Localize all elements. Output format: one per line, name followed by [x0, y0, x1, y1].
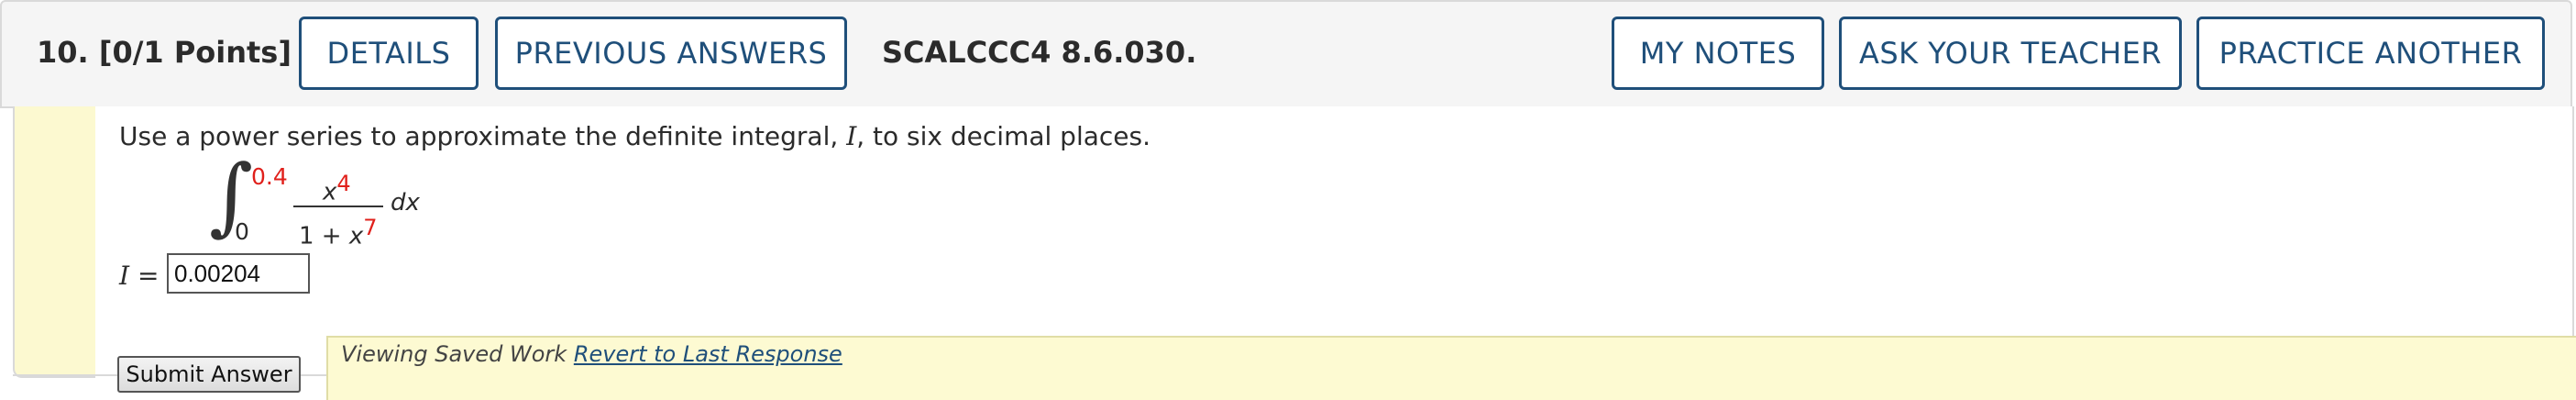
- integral-upper-limit: 0.4: [251, 163, 288, 190]
- revert-to-last-response-link[interactable]: Revert to Last Response: [574, 341, 842, 367]
- instruction-variable: I: [846, 121, 857, 151]
- answer-label: I =: [119, 261, 159, 291]
- ask-your-teacher-button[interactable]: ASK YOUR TEACHER: [1839, 17, 2182, 90]
- numerator-exponent: 4: [336, 171, 351, 196]
- denominator-exponent: 7: [363, 215, 378, 240]
- fraction-bar: [293, 206, 383, 207]
- numerator-base: x: [323, 178, 337, 206]
- instruction-text-end: , to six decimal places.: [856, 121, 1151, 151]
- denominator-constant: 1 +: [299, 222, 349, 250]
- answer-equals: =: [129, 261, 160, 291]
- fraction-denominator: 1 + x7: [299, 215, 378, 250]
- denominator-variable: x: [348, 222, 364, 250]
- submit-answer-button[interactable]: Submit Answer: [117, 356, 301, 393]
- my-notes-button[interactable]: MY NOTES: [1612, 17, 1824, 90]
- saved-work-notice: Viewing Saved Work Revert to Last Respon…: [341, 341, 842, 367]
- question-page: 10. [0/1 Points] DETAILS PREVIOUS ANSWER…: [0, 0, 2576, 400]
- question-points-label: 10. [0/1 Points]: [37, 35, 292, 70]
- question-side-panel: [13, 106, 95, 378]
- integral-differential: dx: [391, 189, 420, 217]
- fraction-numerator: x4: [323, 171, 351, 206]
- problem-instruction: Use a power series to approximate the de…: [119, 121, 1150, 151]
- details-button[interactable]: DETAILS: [299, 17, 479, 90]
- practice-another-button[interactable]: PRACTICE ANOTHER: [2196, 17, 2545, 90]
- answer-variable: I: [119, 261, 130, 291]
- previous-answers-button[interactable]: PREVIOUS ANSWERS: [495, 17, 847, 90]
- question-reference: SCALCCC4 8.6.030.: [882, 35, 1197, 70]
- answer-input[interactable]: [167, 253, 310, 294]
- saved-work-text: Viewing Saved Work: [341, 341, 574, 367]
- integral-lower-limit: 0: [235, 218, 249, 245]
